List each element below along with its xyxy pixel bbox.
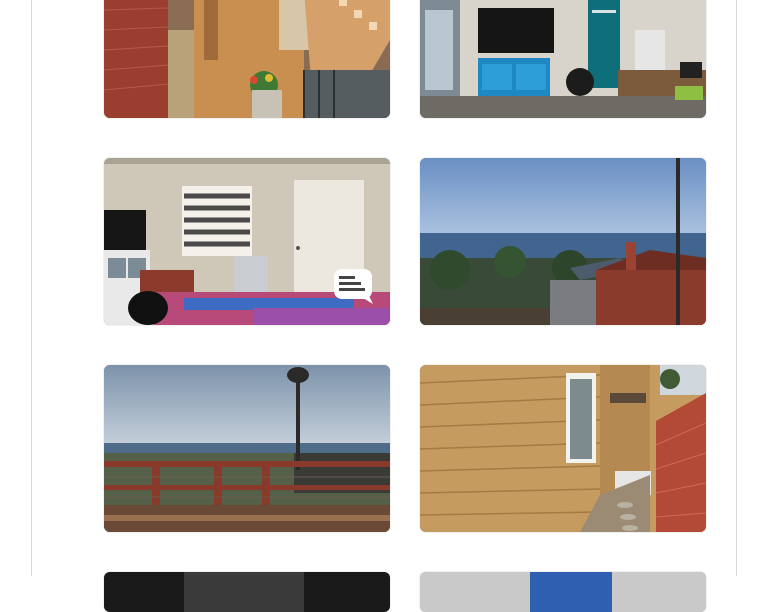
gallery-photo-bedroom[interactable]	[104, 158, 390, 325]
gallery-photo-ocean-view[interactable]	[420, 158, 706, 325]
photo-house-side-image	[420, 365, 706, 532]
chat-bubble-icon[interactable]	[333, 268, 375, 304]
gallery-photo-partial-light[interactable]	[420, 572, 706, 612]
photo-partial-light-image	[420, 572, 706, 612]
photo-partial-dark-image	[104, 572, 390, 612]
gallery-photo-deck[interactable]	[104, 365, 390, 532]
gallery-photo-living-room[interactable]	[420, 0, 706, 118]
photo-deck-image	[104, 365, 390, 532]
gallery-photo-partial-dark[interactable]	[104, 572, 390, 612]
photo-ocean-view-image	[420, 158, 706, 325]
gallery-photo-side-yard[interactable]	[104, 0, 390, 118]
photo-living-room-image	[420, 0, 706, 118]
photo-side-yard-image	[104, 0, 390, 118]
gallery-photo-house-side[interactable]	[420, 365, 706, 532]
